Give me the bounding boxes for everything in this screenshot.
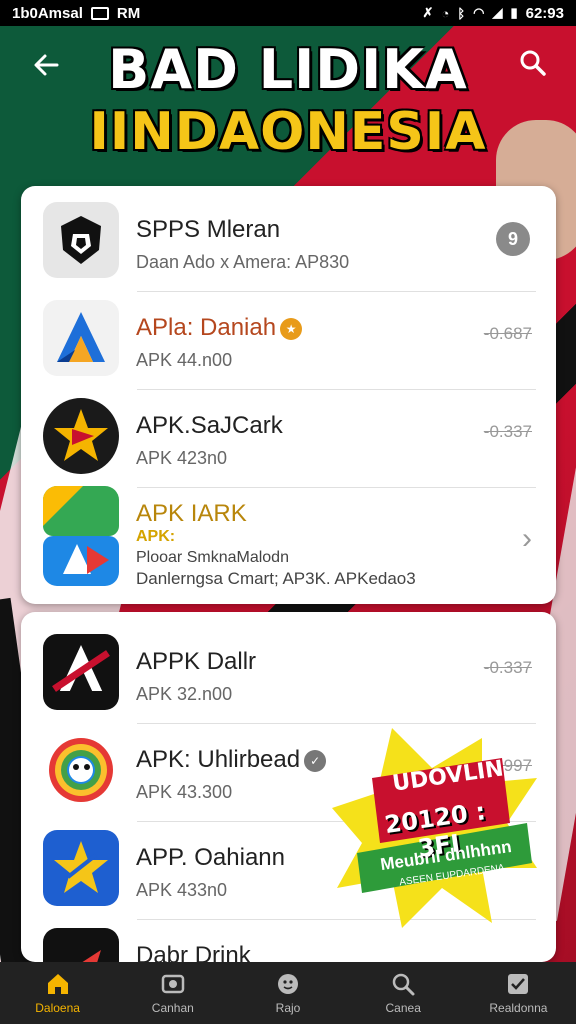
list-item[interactable]: SPPS Mleran Daan Ado x Amera: AP830 9 — [21, 194, 556, 292]
app-subtitle: APK 44.n00 — [136, 350, 233, 370]
nav-label: Realdonna — [489, 1001, 548, 1015]
app-name: APla: Daniah ★ — [136, 314, 303, 342]
app-name: SPPS Mleran — [136, 216, 281, 243]
app-list-card-1: SPPS Mleran Daan Ado x Amera: AP830 9 AP… — [21, 186, 556, 604]
red-a-logo-icon — [43, 634, 119, 710]
status-carrier-text: 1b0Amsal — [12, 4, 83, 22]
bottom-navigation: Daloena Canhan Rajo Canea Realdonna — [0, 962, 576, 1024]
nav-label: Rajo — [275, 1001, 301, 1015]
signal-icon: ◢ — [492, 5, 503, 20]
app-subtitle: APK 32.n00 — [136, 684, 233, 704]
app-description: Danlerngsa Cmart; AP3K. APKedao3 — [136, 569, 416, 588]
list-item[interactable]: APK IARK APK: Plooar SmknaMalodn Danlern… — [21, 486, 556, 604]
list-item[interactable]: APK.SaJCark APK 423n0 -0.337 — [21, 390, 556, 488]
app-name: APP. Oahiann — [136, 844, 286, 871]
app-name: APK: Uhlirbead ✓ — [136, 746, 327, 774]
app-size: -0.337 — [483, 658, 532, 677]
home-icon — [47, 974, 68, 994]
nav-item-search[interactable]: Canea — [346, 962, 461, 1024]
photo-icon — [161, 974, 185, 994]
nav-label: Canhan — [151, 1001, 194, 1015]
star-blue-icon — [43, 830, 119, 906]
status-bar: 1b0Amsal RM ✗ ◔ ᛒ ◠ ◢ ▮ 62:93 — [0, 0, 576, 26]
app-size: -0.687 — [483, 324, 532, 343]
app-name: APK.SaJCark — [136, 412, 283, 439]
app-name: APK IARK — [136, 500, 247, 527]
nav-label: Canea — [385, 1001, 421, 1015]
nav-item-face[interactable]: Rajo — [230, 962, 345, 1024]
star-play-icon — [43, 398, 119, 474]
chevron-right-icon[interactable]: › — [522, 522, 532, 556]
apk-label: APK: — [136, 528, 176, 545]
status-time: 62:93 — [525, 4, 564, 22]
list-item[interactable]: APPK Dallr APK 32.n00 -0.337 — [21, 626, 556, 724]
page-title-line2: IINDAONESIA — [89, 102, 487, 162]
nav-item-photos[interactable]: Canhan — [115, 962, 230, 1024]
sim-icon — [90, 6, 109, 20]
check-icon — [508, 974, 529, 994]
wifi-icon: ◠ — [473, 5, 485, 20]
google-style-icon — [43, 486, 119, 586]
red-arrow-icon — [43, 928, 119, 962]
search-icon — [392, 973, 415, 996]
verified-badge-icon: ✓ — [304, 749, 327, 772]
app-description: Plooar SmknaMalodn — [136, 549, 289, 566]
verified-badge-icon: ★ — [280, 317, 303, 340]
app-name: APPK Dallr — [136, 648, 257, 675]
list-item[interactable]: APla: Daniah ★ APK 44.n00 -0.687 — [21, 292, 556, 390]
nav-item-check[interactable]: Realdonna — [461, 962, 576, 1024]
app-subtitle: APK 423n0 — [136, 448, 228, 468]
alarm-icon: ◔ — [441, 5, 450, 21]
search-icon[interactable] — [518, 48, 554, 84]
face-icon — [278, 974, 298, 994]
shield-logo-icon — [43, 202, 119, 278]
page-title-line1: BAD LIDIKA — [108, 38, 468, 101]
rainbow-face-icon — [43, 732, 119, 808]
app-subtitle: APK 433n0 — [136, 880, 228, 900]
nav-label: Daloena — [35, 1001, 80, 1015]
app-name: Dabr Drink — [136, 942, 251, 962]
app-header: BAD LIDIKA IINDAONESIA — [0, 26, 576, 186]
app-subtitle: APK 43.300 — [136, 782, 233, 802]
blue-a-logo-icon — [43, 300, 119, 376]
promo-sticker[interactable]: UDOVLIN 20120 : 3FI Meubril dnlhhnn ASEE… — [332, 728, 542, 928]
nav-item-home[interactable]: Daloena — [0, 962, 115, 1024]
app-subtitle: Daan Ado x Amera: AP830 — [136, 252, 350, 272]
bluetooth-icon: ᛒ — [457, 5, 466, 21]
battery-icon: ▮ — [510, 5, 518, 20]
count-badge: 9 — [496, 222, 530, 256]
status-mid-text: RM — [116, 4, 141, 22]
nfc-icon: ✗ — [422, 5, 434, 20]
app-size: -0.337 — [483, 422, 532, 441]
